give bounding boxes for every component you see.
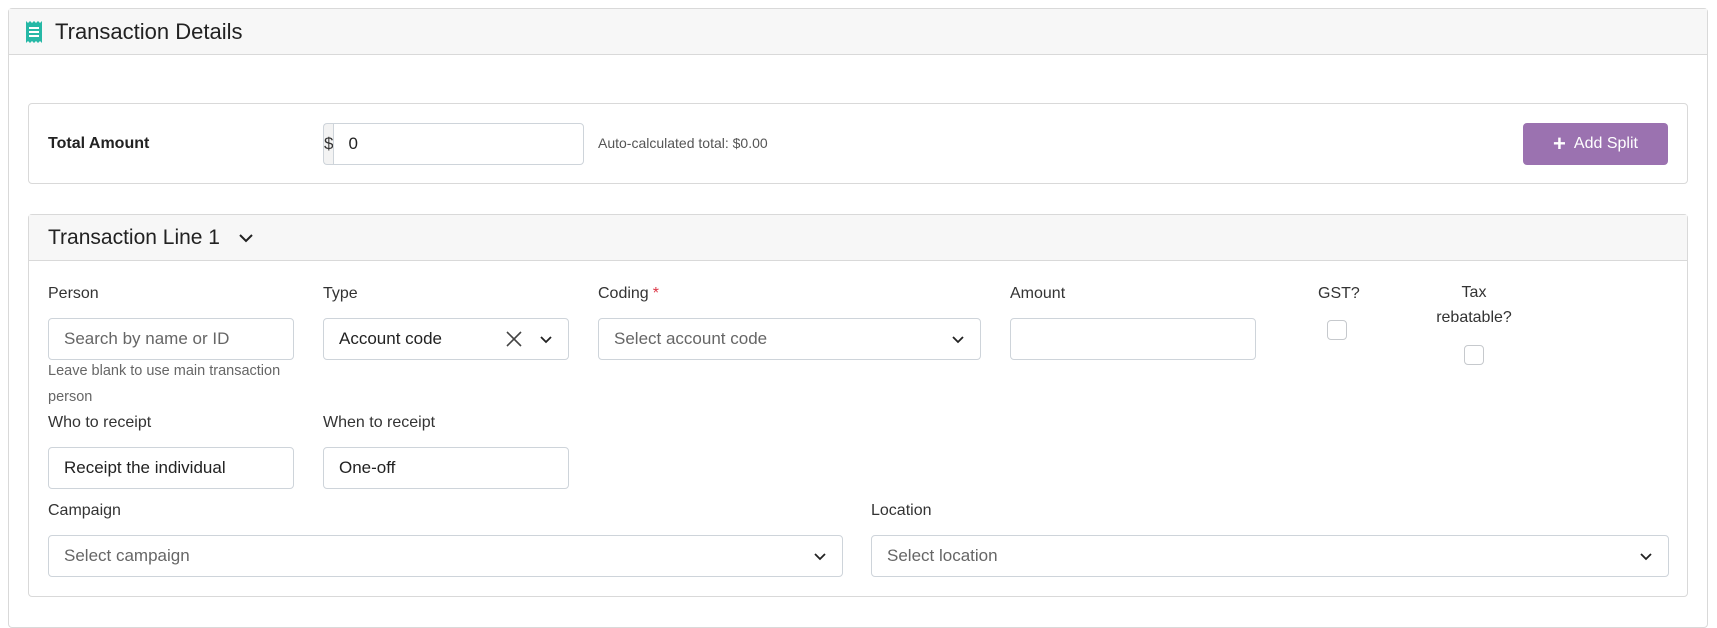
amount-input[interactable] (1010, 318, 1256, 360)
auto-calculated-total: Auto-calculated total: $0.00 (598, 135, 768, 151)
total-amount-label: Total Amount (48, 135, 150, 152)
who-to-receipt-label: Who to receipt (48, 414, 152, 431)
coding-select[interactable]: Select account code (598, 318, 981, 360)
when-to-receipt-label: When to receipt (323, 414, 436, 431)
person-label: Person (48, 285, 99, 302)
gst-label: GST? (1318, 285, 1360, 302)
card-header: Transaction Details (9, 9, 1707, 55)
transaction-line-panel: Transaction Line 1 Person Search by name… (28, 214, 1688, 597)
type-select-value: Account code (339, 329, 443, 348)
person-search-input[interactable]: Search by name or ID (48, 318, 294, 360)
person-help-text: Leave blank to use main transaction pers… (48, 363, 281, 405)
clear-icon[interactable] (505, 330, 523, 348)
plus-icon: + (1553, 131, 1566, 156)
chevron-down-icon (951, 332, 965, 346)
type-select[interactable]: Account code (323, 318, 569, 360)
tax-rebatable-label: Tax rebatable? (1436, 284, 1512, 326)
currency-addon: $ (323, 123, 334, 165)
chevron-down-icon (813, 549, 827, 563)
location-label: Location (871, 502, 932, 519)
chevron-down-icon (539, 332, 553, 346)
who-to-receipt-select[interactable]: Receipt the individual (48, 447, 294, 489)
amount-label: Amount (1010, 285, 1066, 302)
when-to-receipt-select[interactable]: One-off (323, 447, 569, 489)
add-split-label: Add Split (1573, 135, 1638, 152)
total-amount-input-group: $ (323, 123, 585, 165)
page-title: Transaction Details (55, 18, 243, 44)
coding-label: Coding * (598, 285, 659, 302)
type-label: Type (323, 285, 358, 302)
chevron-down-icon[interactable] (238, 230, 254, 246)
campaign-select[interactable]: Select campaign (48, 535, 843, 577)
chevron-down-icon (1639, 549, 1653, 563)
transaction-line-title: Transaction Line 1 (48, 225, 220, 249)
tax-rebatable-checkbox[interactable] (1464, 345, 1484, 365)
receipt-icon (25, 20, 43, 43)
total-amount-input[interactable] (333, 123, 585, 165)
transaction-line-header[interactable]: Transaction Line 1 (29, 215, 1687, 261)
total-amount-panel: Total Amount $ Auto-calculated total: $0… (28, 103, 1688, 184)
campaign-label: Campaign (48, 502, 121, 519)
add-split-button[interactable]: + Add Split (1523, 123, 1668, 165)
required-mark: * (652, 285, 659, 302)
gst-checkbox[interactable] (1327, 320, 1347, 340)
location-select[interactable]: Select location (871, 535, 1669, 577)
